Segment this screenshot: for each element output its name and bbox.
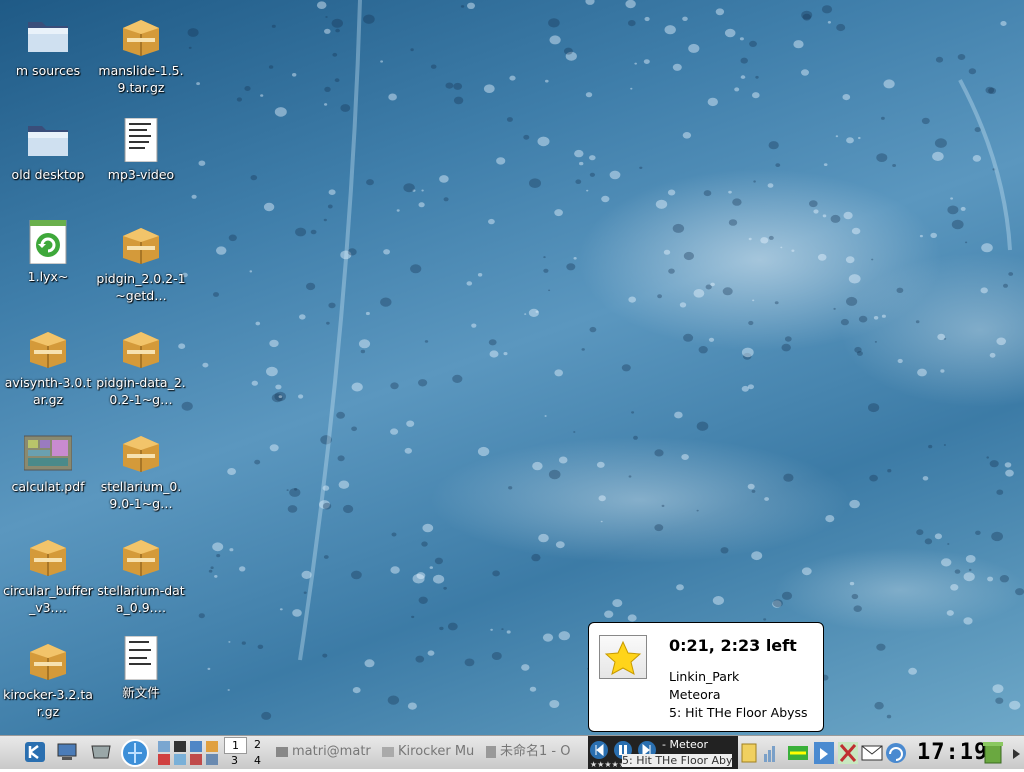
desktop-icon-label: avisynth-3.0.tar.gz [4,375,92,407]
star-icon [599,635,647,679]
desktop-icon-label: stellarium_0.9.0-1~g… [100,479,182,511]
package-icon [123,540,159,576]
taskbar: 1 2 3 4 matri@matr Kirocker Mu 未命名1 - O … [0,735,1024,769]
desktop-icon-label: pidgin-data_2.0.2-1~g… [96,375,186,407]
package-icon [30,540,66,576]
playback-time: 0:21, 2:23 left [669,636,797,655]
pager-desktop-4[interactable]: 4 [247,753,268,768]
quick-launch-icons[interactable] [156,739,222,767]
kirocker-applet[interactable]: ★★★★★ - Meteor 5: Hit THe Floor Aby [588,736,738,769]
task-label: matri@matr [292,744,371,759]
desktop-icon-label: calculat.pdf [11,479,85,494]
desktop-icon-label: circular_buffer_v3.… [3,583,93,615]
now-playing-popup[interactable]: 0:21, 2:23 left Linkin_Park Meteora 5: H… [588,622,824,732]
task-document[interactable]: 未命名1 - O [486,740,586,764]
panel-arrow-right-icon[interactable] [1010,746,1022,760]
task-terminal[interactable]: matri@matr [276,740,372,764]
desktop-icon-label: manslide-1.5.9.tar.gz [98,63,184,95]
desktop-icon-label: pidgin_2.0.2-1~getd… [96,271,186,303]
document-task-icon [486,745,496,758]
package-icon [30,332,66,368]
pdf-thumbnail-icon [24,435,72,471]
desktop-icon-old-desktop[interactable]: old desktop [3,118,93,183]
desktop-icon-label: 新文件 [122,685,160,700]
desktop-background: m sources manslide-1.5.9.tar.gz old desk… [0,0,1024,735]
clock[interactable]: 17:19 [917,740,988,765]
package-icon [123,332,159,368]
desktop-icon-stellarium[interactable]: stellarium_0.9.0-1~g… [96,430,186,512]
desktop-icon-pidgin[interactable]: pidgin_2.0.2-1~getd… [96,222,186,304]
kirocker-task-icon [382,746,394,757]
nowplaying-album-text: - Meteor [662,738,709,751]
show-desktop-icon[interactable] [56,742,78,762]
task-kirocker[interactable]: Kirocker Mu [382,740,478,764]
desktop-icon-mp3-video[interactable]: mp3-video [96,118,186,183]
folder-icon [28,22,68,52]
pager-desktop-2[interactable]: 2 [247,737,268,752]
text-file-icon [124,636,158,680]
package-icon [123,436,159,472]
desktop-icon-calculat-pdf[interactable]: calculat.pdf [3,430,93,495]
desktop-icon-circular-buffer[interactable]: circular_buffer_v3.… [3,534,93,616]
desktop-icon-kirocker[interactable]: kirocker-3.2.tar.gz [3,638,93,720]
desktop-icon-new-file[interactable]: 新文件 [96,636,186,701]
pager-desktop-3[interactable]: 3 [224,753,245,768]
folder-icon [28,126,68,156]
desktop-icon-label: m sources [15,63,81,78]
desktop-icon-label: mp3-video [107,167,175,182]
desktop-icon-m-sources[interactable]: m sources [3,14,93,79]
desktop-icon-label: kirocker-3.2.tar.gz [3,687,93,719]
desktop-icon-label: stellarium-data_0.9.… [97,583,185,615]
desktop-icon-stellarium-data[interactable]: stellarium-data_0.9.… [96,534,186,616]
desktop-icon-avisynth[interactable]: avisynth-3.0.tar.gz [3,326,93,408]
kde-menu-icon[interactable] [24,740,46,764]
package-icon [30,644,66,680]
desktop-icon-manslide[interactable]: manslide-1.5.9.tar.gz [96,14,186,96]
script-file-icon [124,118,158,162]
lyx-file-icon [29,220,67,264]
artist-name: Linkin_Park [669,669,740,684]
trash-icon[interactable] [982,739,1004,765]
desktop-icon-pidgin-data[interactable]: pidgin-data_2.0.2-1~g… [96,326,186,408]
track-title: 5: Hit THe Floor Abyss [669,705,808,720]
desktop-pager[interactable]: 1 2 3 4 [224,737,268,768]
browser-icon[interactable] [120,738,150,768]
desktop-icon-label: old desktop [11,167,85,182]
pager-desktop-1[interactable]: 1 [224,737,247,754]
package-icon [123,228,159,264]
task-label: Kirocker Mu [398,744,475,759]
system-tray[interactable] [740,740,910,766]
desktop-icon-label: 1.lyx~ [27,269,69,284]
desktop-icon-lyx[interactable]: 1.lyx~ [3,220,93,285]
terminal-icon[interactable] [90,742,112,762]
task-label: 未命名1 - O [500,744,571,759]
album-name: Meteora [669,687,721,702]
terminal-task-icon [276,746,288,757]
package-icon [123,20,159,56]
nowplaying-track-text: 5: Hit THe Floor Aby [622,754,733,767]
